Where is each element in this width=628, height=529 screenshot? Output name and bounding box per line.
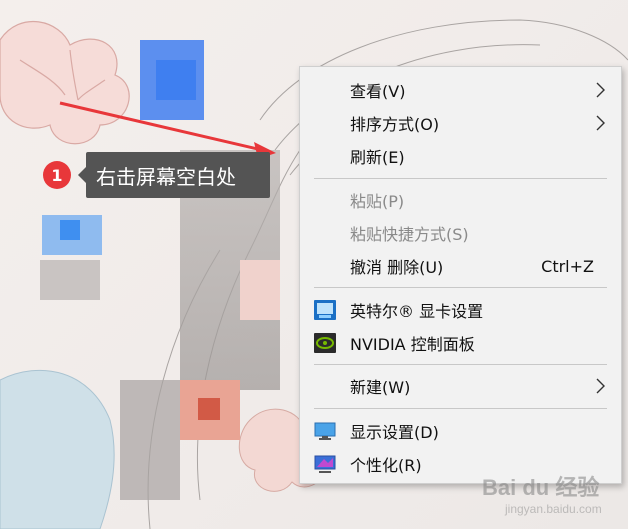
mosaic-block (40, 260, 100, 300)
baidu-watermark: Bai du 经验 (482, 475, 600, 500)
menu-item-intel-graphics[interactable]: 英特尔® 显卡设置 (300, 295, 621, 325)
chevron-right-icon (596, 82, 605, 98)
mosaic-block (120, 380, 180, 500)
menu-separator (314, 287, 607, 288)
menu-item-paste[interactable]: 粘贴(P) (300, 185, 621, 215)
desktop-context-menu: 查看(V) 排序方式(O) 刷新(E) 粘贴(P) 粘贴快捷方式(S) 撤消 删… (299, 66, 622, 484)
menu-item-view[interactable]: 查看(V) (300, 75, 621, 105)
chevron-right-icon (596, 115, 605, 131)
mosaic-block (240, 260, 280, 320)
menu-item-label: 粘贴快捷方式(S) (350, 225, 469, 244)
menu-item-refresh[interactable]: 刷新(E) (300, 141, 621, 171)
menu-separator (314, 408, 607, 409)
menu-item-label: 排序方式(O) (350, 115, 440, 134)
menu-separator (314, 364, 607, 365)
intel-graphics-icon (314, 300, 336, 320)
menu-item-label: 查看(V) (350, 82, 406, 101)
mosaic-block (60, 220, 80, 240)
menu-item-label: 显示设置(D) (350, 423, 439, 442)
step-badge: 1 (43, 161, 71, 189)
menu-item-label: 粘贴(P) (350, 192, 405, 211)
menu-item-sort-by[interactable]: 排序方式(O) (300, 108, 621, 138)
callout-text: 右击屏幕空白处 (96, 164, 236, 189)
menu-item-new[interactable]: 新建(W) (300, 371, 621, 401)
menu-item-display-settings[interactable]: 显示设置(D) (300, 416, 621, 446)
menu-item-label: 撤消 删除(U) (350, 258, 444, 277)
display-settings-icon (314, 422, 336, 440)
menu-item-undo-delete[interactable]: 撤消 删除(U) Ctrl+Z (300, 251, 621, 281)
baidu-watermark-url: jingyan.baidu.com (505, 502, 602, 516)
nvidia-icon (314, 333, 336, 353)
mosaic-block (198, 398, 220, 420)
mosaic-block (156, 60, 196, 100)
annotation-callout: 右击屏幕空白处 (78, 152, 270, 198)
personalize-icon (314, 455, 336, 473)
menu-item-label: 刷新(E) (350, 148, 405, 167)
menu-item-label: NVIDIA 控制面板 (350, 335, 475, 354)
menu-item-paste-shortcut[interactable]: 粘贴快捷方式(S) (300, 218, 621, 248)
menu-item-label: 新建(W) (350, 378, 411, 397)
menu-item-shortcut: Ctrl+Z (541, 256, 594, 276)
menu-item-nvidia-control-panel[interactable]: NVIDIA 控制面板 (300, 328, 621, 358)
menu-item-label: 英特尔® 显卡设置 (350, 302, 484, 321)
chevron-right-icon (596, 378, 605, 394)
menu-separator (314, 178, 607, 179)
menu-item-label: 个性化(R) (350, 456, 422, 475)
